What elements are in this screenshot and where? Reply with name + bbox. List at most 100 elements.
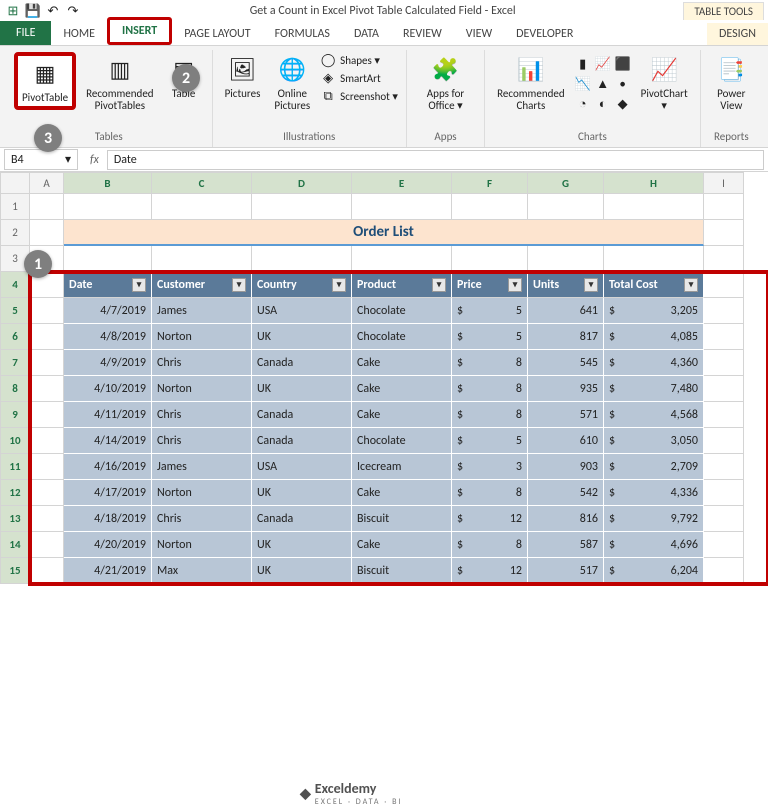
cell[interactable] [704,480,744,506]
cell[interactable] [704,402,744,428]
cell[interactable] [30,402,64,428]
cell[interactable] [352,246,452,272]
cell[interactable] [30,194,64,220]
header-price[interactable]: Price▾ [452,272,528,298]
col-header-a[interactable]: A [30,172,64,194]
cell-country[interactable]: UK [252,376,352,402]
tab-insert[interactable]: INSERT [107,17,172,45]
cell-total[interactable]: $7,480 [604,376,704,402]
cell[interactable] [704,350,744,376]
cell-date[interactable]: 4/16/2019 [64,454,152,480]
cell-price[interactable]: $3 [452,454,528,480]
header-total[interactable]: Total Cost▾ [604,272,704,298]
filter-dropdown-icon[interactable]: ▾ [684,278,698,292]
cell-units[interactable]: 542 [528,480,604,506]
save-icon[interactable]: 💾 [24,2,42,20]
cell-units[interactable]: 816 [528,506,604,532]
row-header[interactable]: 9 [0,402,30,428]
tab-home[interactable]: HOME [51,23,107,45]
power-view-button[interactable]: 📑 Power View [709,52,754,114]
filter-dropdown-icon[interactable]: ▾ [132,278,146,292]
cell[interactable] [704,506,744,532]
cell-total[interactable]: $2,709 [604,454,704,480]
select-all-corner[interactable] [0,172,30,194]
shapes-button[interactable]: ◯Shapes ▾ [320,52,398,68]
cell-units[interactable]: 903 [528,454,604,480]
cell-price[interactable]: $5 [452,428,528,454]
cell-product[interactable]: Chocolate [352,324,452,350]
cell-country[interactable]: UK [252,532,352,558]
cell-product[interactable]: Chocolate [352,428,452,454]
cell-customer[interactable]: James [152,298,252,324]
cell-country[interactable]: UK [252,480,352,506]
cell-date[interactable]: 4/7/2019 [64,298,152,324]
cell[interactable] [528,194,604,220]
cell-product[interactable]: Chocolate [352,298,452,324]
cell[interactable] [704,558,744,584]
col-header-e[interactable]: E [352,172,452,194]
cell-country[interactable]: Canada [252,402,352,428]
cell-units[interactable]: 817 [528,324,604,350]
row-header[interactable]: 14 [0,532,30,558]
cell-date[interactable]: 4/14/2019 [64,428,152,454]
cell[interactable] [64,194,152,220]
cell-product[interactable]: Icecream [352,454,452,480]
title-banner[interactable]: Order List [64,220,704,246]
cell[interactable] [30,428,64,454]
cell[interactable] [452,194,528,220]
cell-units[interactable]: 641 [528,298,604,324]
cell[interactable] [704,428,744,454]
cell-country[interactable]: UK [252,558,352,584]
row-header[interactable]: 4 [0,272,30,298]
cell-total[interactable]: $4,696 [604,532,704,558]
cell-country[interactable]: UK [252,324,352,350]
chart-type-3[interactable]: ◔◐◆ [575,96,631,112]
pictures-button[interactable]: 🖼 Pictures [221,52,265,102]
tab-formulas[interactable]: FORMULAS [263,23,342,45]
cell-price[interactable]: $8 [452,376,528,402]
row-header[interactable]: 13 [0,506,30,532]
cell-price[interactable]: $8 [452,480,528,506]
cell[interactable] [30,454,64,480]
cell-customer[interactable]: Norton [152,480,252,506]
header-country[interactable]: Country▾ [252,272,352,298]
cell[interactable] [30,376,64,402]
tab-view[interactable]: VIEW [454,23,504,45]
cell[interactable] [704,454,744,480]
cell[interactable] [704,324,744,350]
cell[interactable] [64,246,152,272]
col-header-h[interactable]: H [604,172,704,194]
cell-units[interactable]: 935 [528,376,604,402]
cell[interactable] [30,558,64,584]
cell-country[interactable]: USA [252,454,352,480]
tab-data[interactable]: DATA [342,23,391,45]
cell-total[interactable]: $6,204 [604,558,704,584]
name-box[interactable]: B4▾ [4,149,78,170]
cell-product[interactable]: Cake [352,532,452,558]
cell-country[interactable]: Canada [252,350,352,376]
cell-date[interactable]: 4/8/2019 [64,324,152,350]
row-header[interactable]: 12 [0,480,30,506]
cell-product[interactable]: Cake [352,402,452,428]
cell-units[interactable]: 571 [528,402,604,428]
tab-page-layout[interactable]: PAGE LAYOUT [172,23,262,45]
cell-customer[interactable]: Chris [152,506,252,532]
cell[interactable] [704,298,744,324]
row-header[interactable]: 7 [0,350,30,376]
cell-product[interactable]: Biscuit [352,506,452,532]
col-header-i[interactable]: I [704,172,744,194]
header-product[interactable]: Product▾ [352,272,452,298]
cell[interactable] [30,532,64,558]
row-header[interactable]: 15 [0,558,30,584]
cell-country[interactable]: Canada [252,506,352,532]
cell-customer[interactable]: Norton [152,324,252,350]
col-header-b[interactable]: B [64,172,152,194]
apps-for-office-button[interactable]: 🧩 Apps for Office ▾ [415,52,476,114]
row-header[interactable]: 6 [0,324,30,350]
cell-price[interactable]: $12 [452,506,528,532]
col-header-g[interactable]: G [528,172,604,194]
cell-date[interactable]: 4/11/2019 [64,402,152,428]
cell-price[interactable]: $5 [452,324,528,350]
cell[interactable] [30,298,64,324]
row-header[interactable]: 1 [0,194,30,220]
